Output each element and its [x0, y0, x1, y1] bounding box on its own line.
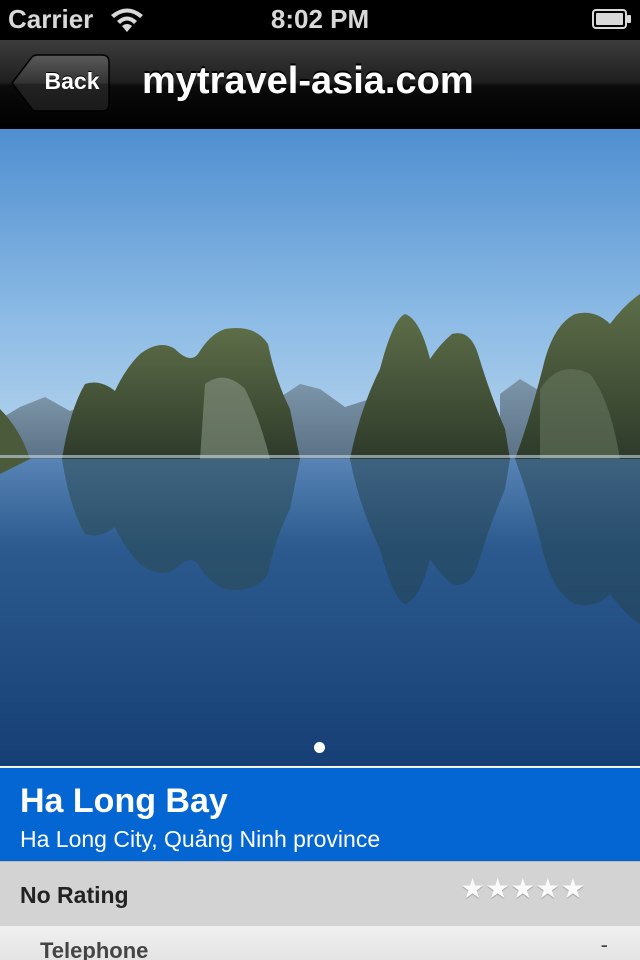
clock: 8:02 PM [270, 4, 370, 34]
status-bar: Carrier 8:02 PM [0, 0, 640, 40]
navigation-bar: Back mytravel-asia.com [0, 40, 640, 129]
page-indicator-dot[interactable] [314, 742, 325, 753]
telephone-label: Telephone [40, 938, 149, 960]
bay-photo [0, 129, 640, 766]
rating-label: No Rating [20, 882, 129, 908]
place-header: Ha Long Bay Ha Long City, Quảng Ninh pro… [0, 767, 640, 861]
battery-icon [592, 9, 631, 29]
nav-title: mytravel-asia.com [142, 60, 474, 102]
back-button-label: Back [44, 68, 100, 94]
place-location: Ha Long City, Quảng Ninh province [20, 826, 381, 852]
photo-gallery[interactable] [0, 129, 640, 766]
rating-row: No Rating ★★★★★ [0, 861, 640, 927]
back-button[interactable]: Back [10, 54, 110, 112]
place-name: Ha Long Bay [20, 782, 228, 820]
app-screen: Carrier 8:02 PM Back mytravel-asia.com H… [0, 0, 640, 960]
telephone-row[interactable]: Telephone - [0, 926, 640, 960]
telephone-value: - [600, 932, 608, 957]
rating-stars[interactable]: ★★★★★ [460, 872, 586, 905]
